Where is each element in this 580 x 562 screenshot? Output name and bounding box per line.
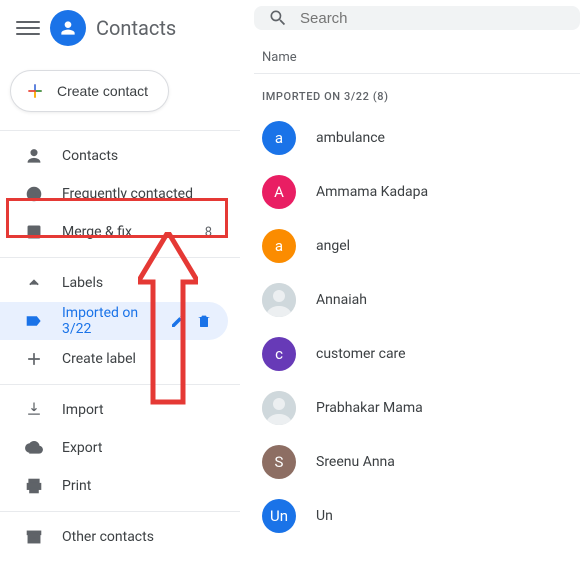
sidebar-item-label: Contacts [62,148,118,164]
avatar: Un [262,499,296,533]
menu-icon[interactable] [16,16,40,40]
sidebar-item-contacts[interactable]: Contacts [0,137,228,175]
sidebar-item-label: Print [62,478,91,494]
merge-fix-icon [24,222,44,242]
create-contact-button[interactable]: Create contact [10,70,169,112]
contact-name: angel [316,238,350,254]
avatar [262,283,296,317]
sidebar-other-contacts[interactable]: Other contacts [0,518,228,556]
label-icon [24,311,44,331]
sidebar-item-label: Create label [62,351,136,367]
search-input[interactable] [300,10,566,27]
contact-row[interactable]: c customer care [254,327,580,381]
sidebar-item-label: Export [62,440,102,456]
contact-name: Prabhakar Mama [316,400,423,416]
sidebar-item-label: Merge & fix [62,224,132,240]
sidebar-item-label: Imported on 3/22 [62,305,152,337]
app-title: Contacts [96,16,176,40]
print-icon [24,476,44,496]
column-header-name: Name [254,30,580,74]
sidebar-item-label: Import [62,402,104,418]
archive-icon [24,527,44,547]
contact-row[interactable]: a angel [254,219,580,273]
sidebar-labels-header[interactable]: Labels [0,264,228,302]
avatar [262,391,296,425]
export-icon [24,438,44,458]
plus-icon [25,81,45,101]
sidebar-item-frequent[interactable]: Frequently contacted [0,175,228,213]
avatar: c [262,337,296,371]
import-icon [24,400,44,420]
sidebar-label-imported[interactable]: Imported on 3/22 [0,302,228,340]
avatar: a [262,229,296,263]
contact-name: Ammama Kadapa [316,184,428,200]
sidebar-print[interactable]: Print [0,467,228,505]
clock-icon [24,184,44,204]
labels-header-label: Labels [62,275,103,291]
contact-row[interactable]: a ambulance [254,111,580,165]
contact-name: customer care [316,346,406,362]
avatar: S [262,445,296,479]
contact-name: ambulance [316,130,385,146]
contact-name: Sreenu Anna [316,454,395,470]
avatar: A [262,175,296,209]
sidebar-import[interactable]: Import [0,391,228,429]
contact-row[interactable]: Annaiah [254,273,580,327]
group-label: IMPORTED ON 3/22 (8) [254,74,580,111]
create-contact-label: Create contact [57,83,148,99]
sidebar-create-label[interactable]: Create label [0,340,228,378]
sidebar-item-merge-fix[interactable]: Merge & fix 8 [0,213,228,251]
avatar: a [262,121,296,155]
contact-row[interactable]: S Sreenu Anna [254,435,580,489]
contact-row[interactable]: Un Un [254,489,580,543]
trash-icon[interactable] [196,313,212,329]
person-icon [24,146,44,166]
search-bar[interactable] [254,6,580,30]
search-icon [268,8,288,28]
sidebar-export[interactable]: Export [0,429,228,467]
contact-row[interactable]: A Ammama Kadapa [254,165,580,219]
merge-fix-badge: 8 [205,225,212,240]
edit-icon[interactable] [170,313,186,329]
chevron-up-icon [24,273,44,293]
sidebar-item-label: Frequently contacted [62,186,193,202]
plus-icon [24,349,44,369]
contact-name: Annaiah [316,292,367,308]
contacts-logo [50,10,86,46]
contact-row[interactable]: Prabhakar Mama [254,381,580,435]
contact-name: Un [316,508,333,524]
